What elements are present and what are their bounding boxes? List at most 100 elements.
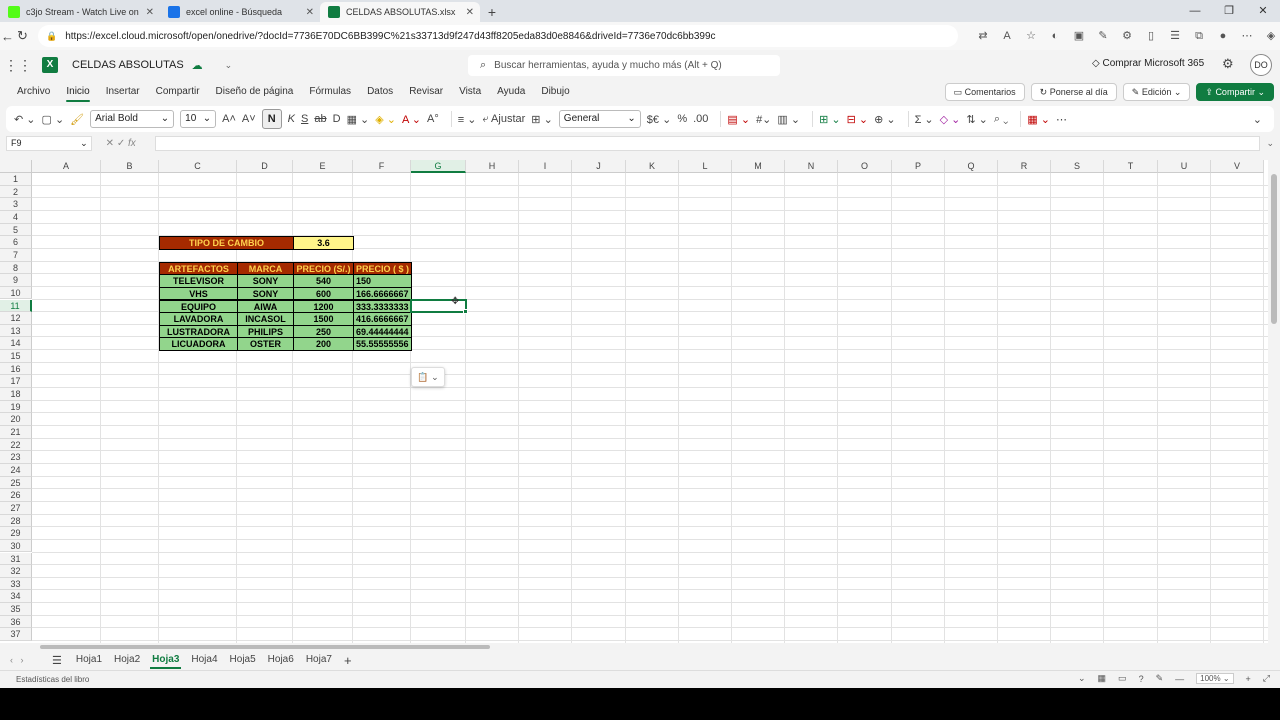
catch-up-button[interactable]: ↻ Ponerse al día xyxy=(1030,83,1117,101)
tab-formulas[interactable]: Fórmulas xyxy=(301,80,359,104)
feedback-icon[interactable]: ✎ xyxy=(1156,673,1164,684)
row-header[interactable]: 32 xyxy=(0,565,32,578)
clear-icon[interactable]: ◇ ⌄ xyxy=(940,113,961,126)
decrease-font-icon[interactable]: A˅ xyxy=(242,113,256,125)
row-header[interactable]: 28 xyxy=(0,514,32,528)
strikethrough-icon[interactable]: ab xyxy=(314,113,326,125)
row-header[interactable]: 31 xyxy=(0,552,32,566)
tab-ayuda[interactable]: Ayuda xyxy=(489,80,533,104)
font-family-select[interactable]: Arial Bold ⌄ xyxy=(90,110,175,128)
avatar[interactable]: DO xyxy=(1250,54,1272,76)
scroll-thumb[interactable] xyxy=(40,645,490,649)
table-cell[interactable]: SONY xyxy=(237,274,294,288)
row-header[interactable]: 2 xyxy=(0,185,32,199)
number-format-select[interactable]: General ⌄ xyxy=(558,110,641,128)
gear-icon[interactable]: ⚙ xyxy=(1222,56,1234,72)
formula-input[interactable] xyxy=(155,135,1261,151)
table-cell[interactable]: 333.3333333 xyxy=(353,299,412,314)
row-header[interactable]: 34 xyxy=(0,590,32,604)
undo-icon[interactable]: ↶ ⌄ xyxy=(14,113,36,126)
fill-color-icon[interactable]: ◈ ⌄ xyxy=(375,113,396,126)
autosum-icon[interactable]: Σ ⌄ xyxy=(915,113,934,126)
merge-icon[interactable]: ⊞ ⌄ xyxy=(531,113,553,126)
row-header[interactable]: 8 xyxy=(0,261,32,275)
table-cell[interactable]: INCASOL xyxy=(237,312,294,326)
column-header[interactable]: G xyxy=(411,160,466,173)
table-cell[interactable]: 55.55555556 xyxy=(353,337,412,352)
row-header[interactable]: 9 xyxy=(0,274,32,287)
horizontal-scrollbar[interactable] xyxy=(30,643,1268,651)
column-header[interactable]: S xyxy=(1051,160,1104,173)
row-header[interactable]: 23 xyxy=(0,451,32,464)
more-options-icon[interactable]: ⋯ xyxy=(1056,113,1067,126)
close-icon[interactable]: ✕ xyxy=(306,7,314,18)
row-header[interactable]: 10 xyxy=(0,286,32,300)
name-box[interactable]: F9 ⌄ xyxy=(6,135,92,151)
copilot-icon[interactable]: ◈ xyxy=(1262,27,1280,45)
close-icon[interactable]: ✕ xyxy=(146,7,154,18)
tab-revisar[interactable]: Revisar xyxy=(401,80,451,104)
minimize-icon[interactable]: — xyxy=(1178,0,1212,22)
paste-options-button[interactable]: 📋 ⌄ xyxy=(411,366,445,387)
page-view-icon[interactable]: ▭ xyxy=(1118,673,1127,684)
sheet-tab-hoja5[interactable]: Hoja5 xyxy=(224,651,262,669)
split-screen-icon[interactable]: ▯ xyxy=(1142,27,1160,45)
column-header[interactable]: T xyxy=(1104,160,1158,173)
refresh-icon[interactable]: ↻ xyxy=(15,28,30,44)
zoom-in-icon[interactable]: + xyxy=(1246,674,1251,684)
table-cell[interactable]: 150 xyxy=(353,274,412,288)
translate-icon[interactable]: ⇄ xyxy=(974,27,992,45)
row-header[interactable]: 36 xyxy=(0,615,32,629)
fx-icon[interactable]: fx xyxy=(128,138,136,149)
tab-vista[interactable]: Vista xyxy=(451,80,489,104)
row-header[interactable]: 17 xyxy=(0,375,32,389)
row-header[interactable]: 6 xyxy=(0,236,32,249)
bold-button[interactable]: N xyxy=(261,109,282,129)
browser-tab-stream[interactable]: c3jo Stream - Watch Live on ✕ xyxy=(0,2,160,22)
row-header[interactable]: 25 xyxy=(0,476,32,490)
spreadsheet-grid[interactable]: A B C D E F G H I J K L M N O P Q R S T U V 1 2 3 4 5 6 7 8 9 10 11 12 13 1… xyxy=(0,160,1280,643)
table-cell[interactable]: 1200 xyxy=(293,299,354,314)
browser-tab-excel[interactable]: CELDAS ABSOLUTAS.xlsx ✕ xyxy=(320,2,480,22)
help-icon[interactable]: ? xyxy=(1139,674,1144,684)
column-header[interactable]: R xyxy=(998,160,1051,173)
profile-icon[interactable]: ● xyxy=(1214,27,1232,45)
table-header-cell[interactable]: PRECIO ( $ ) xyxy=(353,261,412,276)
double-underline-icon[interactable]: D xyxy=(333,113,341,125)
conditional-format-icon[interactable]: ▤ ⌄ xyxy=(727,113,750,126)
table-cell[interactable]: 166.6666667 xyxy=(353,286,412,301)
column-header[interactable]: A xyxy=(32,160,101,173)
maximize-icon[interactable]: ❐ xyxy=(1212,0,1246,22)
column-header[interactable]: D xyxy=(237,160,293,173)
extension-icon[interactable]: ✎ xyxy=(1094,27,1112,45)
row-header[interactable]: 21 xyxy=(0,426,32,439)
extension-icon[interactable]: ▣ xyxy=(1070,27,1088,45)
share-button[interactable]: ⇪ Compartir ⌄ xyxy=(1196,83,1274,101)
table-cell[interactable]: LUSTRADORA xyxy=(159,324,238,339)
currency-icon[interactable]: $€ ⌄ xyxy=(647,113,672,126)
row-header[interactable]: 5 xyxy=(0,223,32,237)
table-cell[interactable]: LICUADORA xyxy=(159,337,238,352)
format-painter-icon[interactable]: 🖌 xyxy=(70,113,84,126)
column-header[interactable]: E xyxy=(293,160,353,173)
column-header[interactable]: P xyxy=(892,160,945,173)
row-header[interactable]: 7 xyxy=(0,248,32,262)
search-box[interactable]: ⌕ Buscar herramientas, ayuda y mucho más… xyxy=(468,55,780,76)
table-cell[interactable]: PHILIPS xyxy=(237,324,294,339)
normal-view-icon[interactable]: ▦ xyxy=(1098,673,1107,684)
scroll-thumb[interactable] xyxy=(1271,174,1277,324)
read-aloud-icon[interactable]: A xyxy=(998,27,1016,45)
fit-icon[interactable]: ⤢ xyxy=(1263,673,1270,684)
row-header[interactable]: 26 xyxy=(0,489,32,502)
table-header-cell[interactable]: MARCA xyxy=(237,261,294,276)
sheet-tab-hoja2[interactable]: Hoja2 xyxy=(108,651,146,669)
table-header-cell[interactable]: PRECIO (S/.) xyxy=(293,261,354,276)
tab-inicio[interactable]: Inicio xyxy=(58,80,97,104)
row-header[interactable]: 13 xyxy=(0,324,32,338)
table-cell[interactable]: SONY xyxy=(237,286,294,301)
row-header[interactable]: 11 xyxy=(0,299,32,313)
row-header[interactable]: 22 xyxy=(0,438,32,452)
sheet-tab-hoja4[interactable]: Hoja4 xyxy=(185,651,223,669)
row-header[interactable]: 37 xyxy=(0,628,32,642)
new-tab-button[interactable]: + xyxy=(480,2,504,22)
